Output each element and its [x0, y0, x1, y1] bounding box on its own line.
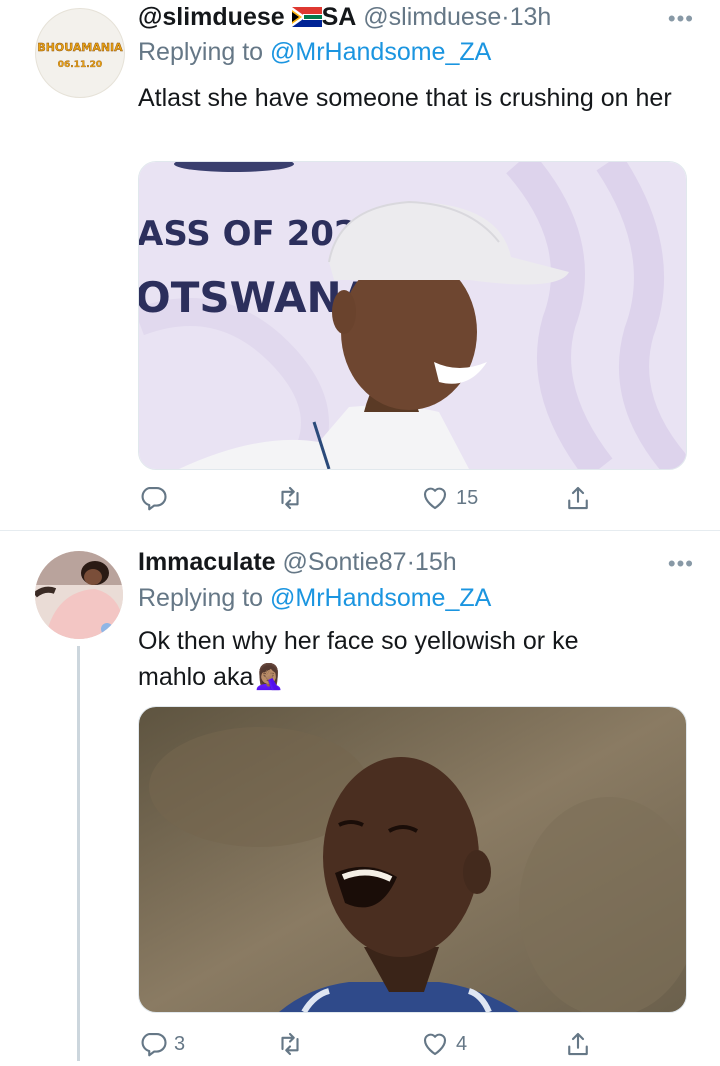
- reply-icon: [141, 1032, 167, 1057]
- reply-button[interactable]: 3: [138, 1024, 185, 1064]
- facepalm-emoji: 🤦🏽‍♀️: [253, 663, 285, 691]
- replying-prefix: Replying to: [138, 584, 264, 612]
- tweet-text-body: Ok then why her face so yellowish or ke …: [138, 627, 579, 691]
- logo-text-1: BHOUAMANIA: [37, 41, 123, 54]
- timestamp[interactable]: 15h: [415, 548, 457, 576]
- more-icon[interactable]: •••: [668, 8, 694, 30]
- like-count: 4: [456, 1032, 468, 1055]
- mention-link[interactable]: @MrHandsome_ZA: [270, 38, 491, 66]
- reply-button[interactable]: [138, 478, 174, 518]
- share-icon: [568, 1032, 588, 1056]
- like-icon: [423, 487, 447, 510]
- separator-dot: ·: [406, 548, 415, 576]
- photo-laughing-boy: [139, 707, 686, 1012]
- tweet-text: Ok then why her face so yellowish or ke …: [138, 623, 638, 695]
- user-handle[interactable]: @slimduese: [363, 3, 501, 31]
- sign-text-1: ASS OF 202: [139, 214, 358, 254]
- tweet-1[interactable]: BHOUAMANIA 06.11.20 @slimduese SA @slimd…: [0, 0, 720, 530]
- user-handle[interactable]: @Sontie87: [283, 548, 407, 576]
- reply-count: 3: [174, 1032, 186, 1055]
- like-button[interactable]: 4: [420, 1024, 467, 1064]
- country-label: SA: [321, 3, 357, 31]
- share-icon: [568, 486, 588, 510]
- separator-dot: ·: [501, 3, 510, 31]
- like-count: 15: [456, 486, 479, 509]
- timestamp[interactable]: 13h: [510, 3, 552, 31]
- bhouamania-logo: BHOUAMANIA 06.11.20: [37, 41, 123, 70]
- retweet-icon: [281, 1032, 299, 1056]
- like-icon: [423, 1033, 447, 1056]
- retweet-icon: [281, 486, 299, 510]
- tweet-actions: 3 4: [138, 1024, 698, 1064]
- retweet-button[interactable]: [275, 478, 305, 518]
- avatar-slimduese[interactable]: BHOUAMANIA 06.11.20: [35, 8, 125, 98]
- like-button[interactable]: 15: [420, 478, 478, 518]
- mention-link[interactable]: @MrHandsome_ZA: [270, 584, 491, 612]
- south-africa-flag-icon: [291, 7, 322, 27]
- tweet-image[interactable]: ASS OF 202 OTSWANA: [138, 161, 687, 470]
- logo-text-2: 06.11.20: [58, 60, 102, 70]
- tweet-text: Atlast she have someone that is crushing…: [138, 84, 672, 112]
- tweet-header: @slimduese SA @slimduese·13h: [138, 2, 551, 32]
- avatar-photo: [35, 551, 123, 639]
- reply-icon: [141, 486, 167, 511]
- avatar-immaculate[interactable]: [35, 551, 123, 639]
- display-name[interactable]: Immaculate: [138, 548, 276, 576]
- display-name[interactable]: @slimduese: [138, 3, 285, 31]
- photo-man-cap: ASS OF 202 OTSWANA: [139, 162, 686, 469]
- replying-to: Replying to @MrHandsome_ZA: [138, 583, 491, 613]
- retweet-button[interactable]: [275, 1024, 305, 1064]
- tweet-image[interactable]: [138, 706, 687, 1013]
- tweet-2[interactable]: Immaculate @Sontie87·15h ••• Replying to…: [0, 531, 720, 1066]
- thread-connector: [77, 646, 80, 1061]
- tweet-actions: 15: [138, 478, 698, 518]
- tweet-header: Immaculate @Sontie87·15h: [138, 547, 457, 577]
- share-button[interactable]: [563, 478, 593, 518]
- replying-prefix: Replying to: [138, 38, 264, 66]
- share-button[interactable]: [563, 1024, 593, 1064]
- more-icon[interactable]: •••: [668, 553, 694, 575]
- replying-to: Replying to @MrHandsome_ZA: [138, 37, 491, 67]
